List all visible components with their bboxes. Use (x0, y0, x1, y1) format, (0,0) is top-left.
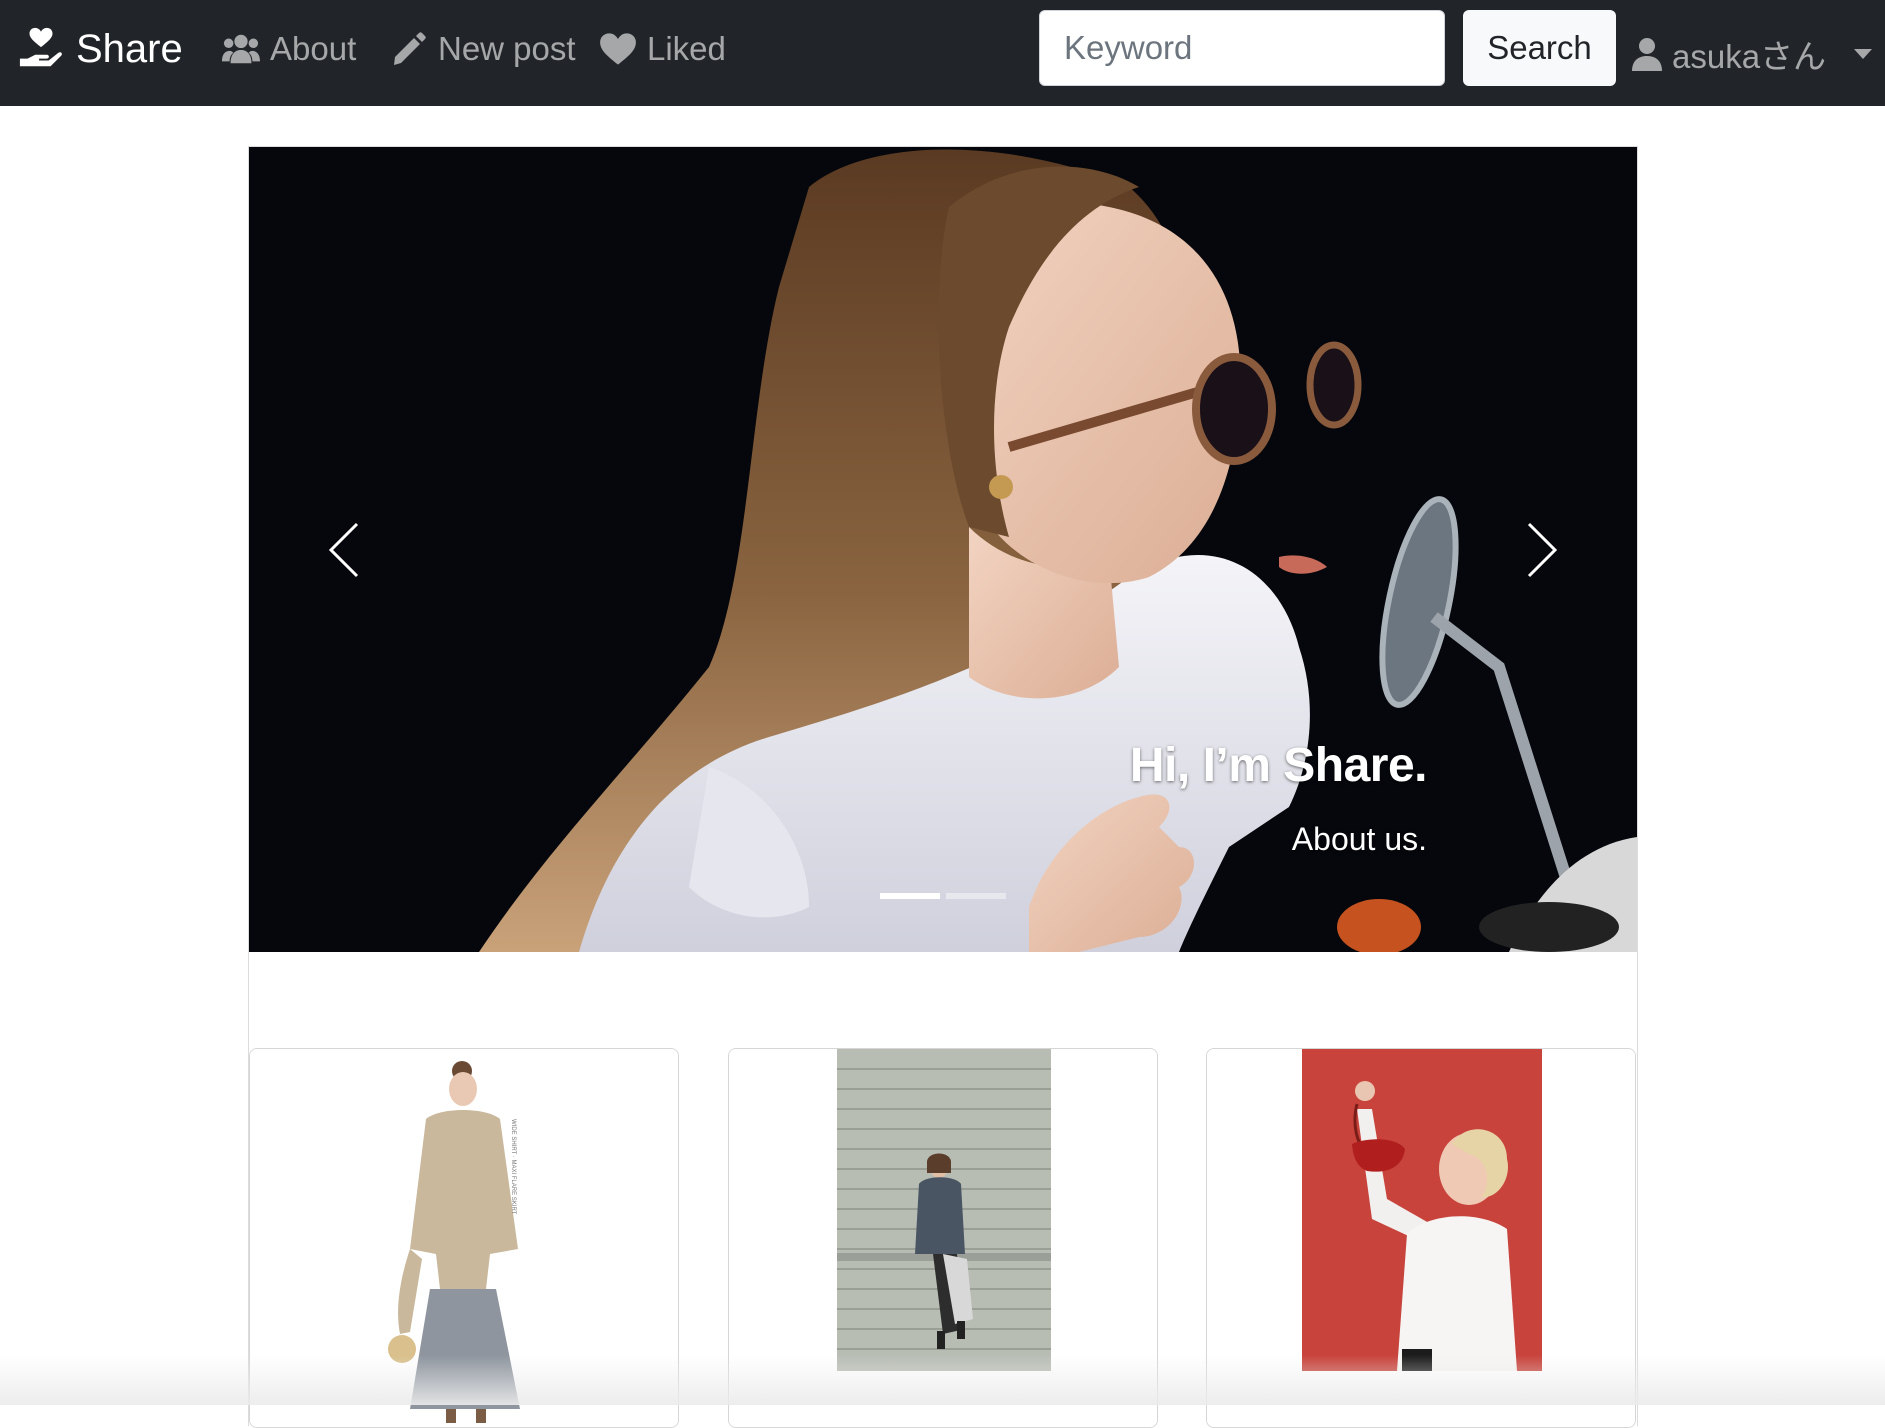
post-image (1207, 1049, 1635, 1427)
hero-image (249, 147, 1637, 952)
post-image: WIDE SHIRT · MAXI FLARE SKIRT (250, 1049, 678, 1427)
chevron-right-icon (1527, 522, 1558, 577)
carousel-title: Hi, I’m Share. (1129, 739, 1428, 792)
nav-liked[interactable]: Liked (599, 30, 726, 68)
post-card[interactable] (1206, 1048, 1636, 1428)
search-input[interactable] (1039, 10, 1445, 86)
pencil-icon (394, 32, 426, 65)
carousel-next-button[interactable] (1447, 147, 1637, 952)
users-icon (222, 34, 260, 64)
user-icon (1632, 38, 1662, 71)
chevron-down-icon (1854, 49, 1873, 59)
carousel-caption: Hi, I’m Share. About us. (1129, 737, 1428, 858)
hero-carousel: Hi, I’m Share. About us. (249, 147, 1637, 952)
chevron-left-icon (328, 522, 359, 577)
carousel-indicator-1[interactable] (879, 893, 940, 899)
user-dropdown[interactable]: asukaさん (1632, 30, 1873, 78)
search-button[interactable]: Search (1463, 10, 1616, 86)
post-image (729, 1049, 1157, 1427)
nav-about[interactable]: About (222, 30, 356, 68)
post-card[interactable]: WIDE SHIRT · MAXI FLARE SKIRT (249, 1048, 679, 1428)
top-navbar: Share About New post Liked Search (0, 0, 1885, 106)
hand-holding-heart-icon (19, 27, 62, 67)
nav-about-label: About (270, 30, 357, 67)
user-name: asukaさん (1672, 38, 1827, 75)
nav-liked-label: Liked (647, 30, 726, 67)
nav-new-post[interactable]: New post (390, 30, 576, 68)
svg-text:WIDE SHIRT · MAXI FLARE SKIRT: WIDE SHIRT · MAXI FLARE SKIRT (510, 1119, 516, 1215)
brand-link[interactable]: Share (18, 26, 183, 72)
brand-name: Share (76, 26, 183, 71)
carousel-subtitle: About us. (1291, 820, 1427, 857)
carousel-prev-button[interactable] (249, 147, 439, 952)
carousel-indicator-2[interactable] (945, 893, 1006, 899)
carousel-indicators (0, 893, 1885, 899)
nav-new-post-label: New post (438, 30, 576, 67)
post-card[interactable] (728, 1048, 1158, 1428)
heart-icon (600, 33, 636, 65)
